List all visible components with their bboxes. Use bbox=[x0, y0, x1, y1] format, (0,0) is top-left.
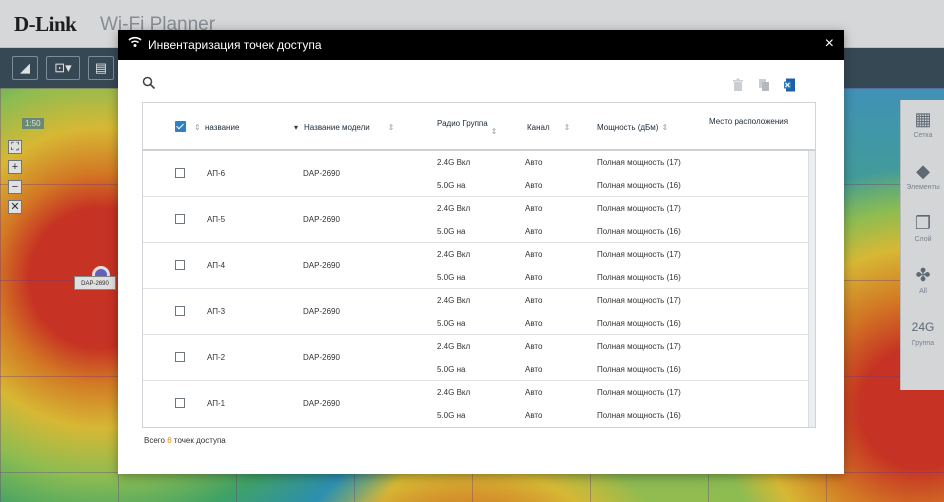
row-checkbox[interactable] bbox=[175, 306, 185, 316]
cell-channel1: Авто bbox=[525, 296, 543, 305]
row-checkbox[interactable] bbox=[175, 214, 185, 224]
cell-power1: Полная мощность (17) bbox=[597, 296, 681, 305]
table-row[interactable]: АП-1 DAP-2690 2.4G Вкл 5.0G на Авто Авто… bbox=[143, 381, 815, 427]
cell-power2: Полная мощность (16) bbox=[597, 181, 681, 190]
column-radio-group[interactable]: Радио Группа ⇕ bbox=[437, 103, 498, 147]
table-row[interactable]: АП-5 DAP-2690 2.4G Вкл 5.0G на Авто Авто… bbox=[143, 197, 815, 243]
row-checkbox[interactable] bbox=[175, 398, 185, 408]
cell-name: АП-6 bbox=[207, 169, 226, 178]
row-checkbox[interactable] bbox=[175, 168, 185, 178]
total-count: Всего 6 точек доступа bbox=[144, 436, 226, 445]
sort-name-header[interactable]: ⇕ bbox=[191, 103, 201, 151]
delete-icon[interactable] bbox=[732, 78, 744, 92]
cell-channel2: Авто bbox=[525, 227, 543, 236]
sort-icon: ⇕ bbox=[563, 122, 571, 132]
cell-channel1: Авто bbox=[525, 250, 543, 259]
cell-power1: Полная мощность (17) bbox=[597, 204, 681, 213]
sort-desc-icon: ▾ bbox=[294, 122, 299, 132]
cell-power1: Полная мощность (17) bbox=[597, 342, 681, 351]
ap-table: ⇕ название ▾ Название модели ⇕ Радио Групп… bbox=[142, 102, 816, 428]
cell-model: DAP-2690 bbox=[303, 399, 340, 408]
cell-band1: 2.4G Вкл bbox=[437, 204, 471, 213]
cell-power2: Полная мощность (16) bbox=[597, 365, 681, 374]
table-row[interactable]: АП-3 DAP-2690 2.4G Вкл 5.0G на Авто Авто… bbox=[143, 289, 815, 335]
cell-channel1: Авто bbox=[525, 342, 543, 351]
cell-model: DAP-2690 bbox=[303, 261, 340, 270]
cell-power1: Полная мощность (17) bbox=[597, 388, 681, 397]
cell-channel2: Авто bbox=[525, 273, 543, 282]
table-body: АП-6 DAP-2690 2.4G Вкл 5.0G на Авто Авто… bbox=[143, 151, 815, 427]
cell-band2: 5.0G на bbox=[437, 273, 466, 282]
cell-power2: Полная мощность (16) bbox=[597, 411, 681, 420]
table-header: ⇕ название ▾ Название модели ⇕ Радио Групп… bbox=[143, 103, 815, 151]
cell-name: АП-1 bbox=[207, 399, 226, 408]
sort-icon: ⇕ bbox=[490, 126, 498, 136]
column-location[interactable]: Место расположения bbox=[709, 103, 788, 145]
cell-power1: Полная мощность (17) bbox=[597, 158, 681, 167]
copy-icon[interactable] bbox=[758, 78, 770, 92]
cell-channel1: Авто bbox=[525, 158, 543, 167]
cell-channel1: Авто bbox=[525, 204, 543, 213]
cell-band2: 5.0G на bbox=[437, 365, 466, 374]
cell-model: DAP-2690 bbox=[303, 169, 340, 178]
cell-power2: Полная мощность (16) bbox=[597, 319, 681, 328]
cell-channel2: Авто bbox=[525, 411, 543, 420]
table-row[interactable]: АП-2 DAP-2690 2.4G Вкл 5.0G на Авто Авто… bbox=[143, 335, 815, 381]
cell-band1: 2.4G Вкл bbox=[437, 296, 471, 305]
cell-model: DAP-2690 bbox=[303, 353, 340, 362]
column-power[interactable]: Мощность (дБм) ⇕ bbox=[597, 103, 668, 151]
row-checkbox[interactable] bbox=[175, 260, 185, 270]
column-name[interactable]: название bbox=[205, 103, 239, 151]
column-channel[interactable]: Канал ⇕ bbox=[527, 103, 570, 151]
table-scrollbar[interactable] bbox=[808, 151, 815, 427]
sort-icon: ⇕ bbox=[387, 122, 395, 132]
row-checkbox[interactable] bbox=[175, 352, 185, 362]
cell-channel2: Авто bbox=[525, 181, 543, 190]
cell-power2: Полная мощность (16) bbox=[597, 273, 681, 282]
cell-band2: 5.0G на bbox=[437, 319, 466, 328]
cell-channel2: Авто bbox=[525, 365, 543, 374]
export-excel-icon[interactable] bbox=[784, 78, 796, 92]
column-model[interactable]: ▾ Название модели ⇕ bbox=[291, 103, 394, 151]
cell-band1: 2.4G Вкл bbox=[437, 388, 471, 397]
cell-band2: 5.0G на bbox=[437, 411, 466, 420]
cell-band1: 2.4G Вкл bbox=[437, 342, 471, 351]
table-row[interactable]: АП-6 DAP-2690 2.4G Вкл 5.0G на Авто Авто… bbox=[143, 151, 815, 197]
wifi-icon bbox=[128, 35, 142, 52]
cell-name: АП-4 bbox=[207, 261, 226, 270]
sort-icon: ⇕ bbox=[661, 122, 669, 132]
cell-channel1: Авто bbox=[525, 388, 543, 397]
cell-band1: 2.4G Вкл bbox=[437, 158, 471, 167]
cell-power2: Полная мощность (16) bbox=[597, 227, 681, 236]
cell-model: DAP-2690 bbox=[303, 215, 340, 224]
ap-inventory-dialog: Инвентаризация точек доступа × ⇕ названи… bbox=[118, 30, 844, 474]
total-count-number: 6 bbox=[167, 436, 172, 445]
cell-band2: 5.0G на bbox=[437, 227, 466, 236]
dialog-title: Инвентаризация точек доступа bbox=[148, 38, 322, 52]
select-all-checkbox[interactable] bbox=[175, 121, 186, 132]
search-icon[interactable] bbox=[142, 76, 156, 90]
cell-name: АП-5 bbox=[207, 215, 226, 224]
sort-icon: ⇕ bbox=[194, 122, 201, 132]
cell-name: АП-3 bbox=[207, 307, 226, 316]
dialog-header: Инвентаризация точек доступа × bbox=[118, 30, 844, 60]
cell-power1: Полная мощность (17) bbox=[597, 250, 681, 259]
cell-band2: 5.0G на bbox=[437, 181, 466, 190]
cell-model: DAP-2690 bbox=[303, 307, 340, 316]
table-row[interactable]: АП-4 DAP-2690 2.4G Вкл 5.0G на Авто Авто… bbox=[143, 243, 815, 289]
cell-band1: 2.4G Вкл bbox=[437, 250, 471, 259]
cell-name: АП-2 bbox=[207, 353, 226, 362]
close-icon[interactable]: × bbox=[825, 35, 834, 53]
cell-channel2: Авто bbox=[525, 319, 543, 328]
